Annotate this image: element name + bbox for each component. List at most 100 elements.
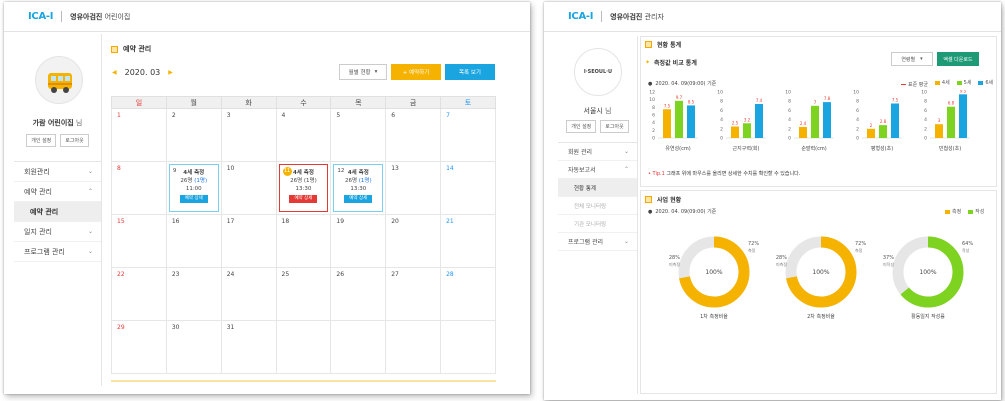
- app-title-bold: 영유아검진: [70, 12, 103, 21]
- monthly-status-select[interactable]: 월별 현황 ▾: [339, 64, 387, 80]
- calendar-day[interactable]: 24: [220, 267, 277, 321]
- menu-member[interactable]: 회원관리 ⌄: [14, 162, 101, 182]
- logout-button[interactable]: 로그아웃: [60, 134, 89, 147]
- seoul-logo: I·SEOUL·U: [583, 69, 613, 75]
- calendar-day[interactable]: 22: [111, 267, 167, 321]
- calendar-day[interactable]: 14: [440, 161, 496, 215]
- y-tick-label: 0: [720, 136, 723, 142]
- calendar-day[interactable]: 10: [220, 161, 277, 215]
- calendar-day[interactable]: 30: [165, 320, 222, 374]
- y-tick-label: 4: [720, 117, 723, 123]
- calendar-day[interactable]: 3: [220, 108, 277, 162]
- menu-auto-report[interactable]: 자동보고서 ⌃: [558, 161, 637, 179]
- weekday-sun: 일: [111, 96, 167, 109]
- calendar-day[interactable]: 16: [165, 214, 222, 268]
- calendar-day[interactable]: 4: [275, 108, 332, 162]
- y-tick-label: 6: [652, 113, 655, 119]
- menu-all-monitoring[interactable]: 전체 모니터링: [558, 197, 637, 215]
- prev-month-icon[interactable]: ◀: [112, 69, 117, 76]
- calendar-day[interactable]: 15: [111, 214, 167, 268]
- title-divider: [61, 11, 63, 22]
- list-view-button[interactable]: 목록 보기: [445, 64, 495, 80]
- menu-program[interactable]: 프로그램 관리 ⌄: [14, 242, 101, 262]
- donut-pct-label: 72%: [855, 241, 866, 247]
- calendar-day[interactable]: 31: [220, 320, 277, 374]
- menu-status-stats[interactable]: 현황 통계: [558, 179, 637, 197]
- y-tick-label: 6: [856, 108, 859, 114]
- calendar-day[interactable]: 18: [275, 214, 332, 268]
- age-select[interactable]: 연령별 ▾: [891, 52, 933, 66]
- event-card[interactable]: 12 4세 측정 26명 (1명) 13:30 예약 상세: [333, 164, 384, 212]
- calendar-day[interactable]: [440, 320, 496, 374]
- y-tick-label: 2: [652, 128, 655, 134]
- calendar-day[interactable]: 25: [275, 267, 332, 321]
- legend-age4-swatch: [934, 80, 940, 85]
- legend-age5-swatch: [956, 80, 962, 85]
- bar-value-label: 8.5: [688, 99, 695, 104]
- calendar-day-event[interactable]: 12 4세 측정 26명 (1명) 13:30 예약 상세: [330, 161, 387, 215]
- bar: [675, 100, 683, 138]
- menu-reservation[interactable]: 예약 관리 ⌃: [14, 182, 101, 202]
- y-tick-label: 4: [788, 117, 791, 123]
- donut-pct-label: 37%: [883, 255, 894, 261]
- bar: [823, 102, 831, 138]
- bar: [743, 123, 751, 138]
- calendar-day[interactable]: 13: [385, 161, 442, 215]
- menu-org-monitoring[interactable]: 기관 모니터링: [558, 215, 637, 233]
- bar-value-label: 7.5: [892, 98, 899, 103]
- weekday-thu: 목: [330, 96, 387, 109]
- calendar-day-event[interactable]: 11 4세 측정 26명 (1명) 13:30 예약 상세: [275, 161, 332, 215]
- calendar-day[interactable]: 21: [440, 214, 496, 268]
- excel-download-button[interactable]: 엑셀 다운로드: [937, 52, 979, 66]
- weekday-fri: 금: [385, 96, 442, 109]
- calendar-day[interactable]: 1: [111, 108, 167, 162]
- calendar-day[interactable]: 20: [385, 214, 442, 268]
- menu-program-label: 프로그램 관리: [24, 247, 65, 256]
- next-month-icon[interactable]: ▶: [168, 69, 173, 76]
- calendar-day[interactable]: [275, 320, 332, 374]
- event-detail-button[interactable]: 예약 상세: [289, 195, 318, 203]
- calendar-day[interactable]: [330, 320, 387, 374]
- calendar-day[interactable]: 6: [385, 108, 442, 162]
- menu-member[interactable]: 회원 관리 ⌄: [558, 143, 637, 161]
- app-logo[interactable]: ICA-I: [28, 11, 53, 22]
- chart-category-title: 근지구력(회): [733, 145, 760, 152]
- event-card-selected[interactable]: 11 4세 측정 26명 (1명) 13:30 예약 상세: [278, 164, 329, 212]
- logout-button[interactable]: 로그아웃: [600, 120, 629, 133]
- event-count-total: 26명: [344, 178, 359, 184]
- menu-member-label: 회원관리: [24, 167, 50, 176]
- calendar-day[interactable]: 5: [330, 108, 387, 162]
- calendar-day[interactable]: 8: [111, 161, 167, 215]
- personal-settings-button[interactable]: 개인 설정: [26, 134, 57, 147]
- donut-pct-label: 64%: [962, 241, 973, 247]
- y-tick-label: 2: [856, 126, 859, 132]
- section-square-icon: [111, 45, 118, 53]
- profile-buttons: 개인 설정 로그아웃: [558, 120, 637, 133]
- app-logo[interactable]: ICA-I: [568, 11, 593, 22]
- calendar-day[interactable]: 23: [165, 267, 222, 321]
- bar: [663, 109, 671, 138]
- calendar-day[interactable]: 29: [111, 320, 167, 374]
- event-detail-button[interactable]: 예약 상세: [344, 195, 373, 203]
- menu-reservation-sub[interactable]: 예약 관리: [14, 202, 101, 222]
- personal-settings-button[interactable]: 개인 설정: [566, 120, 597, 133]
- calendar-day[interactable]: 26: [330, 267, 387, 321]
- y-tick-label: 12: [649, 90, 655, 96]
- bar-value-label: 2: [870, 123, 873, 128]
- menu-journal[interactable]: 일지 관리 ⌄: [14, 222, 101, 242]
- calendar-day[interactable]: 17: [220, 214, 277, 268]
- calendar-day-event[interactable]: 9 4세 측정 26명 (1명) 11:00 예약 상세: [165, 161, 222, 215]
- calendar-day[interactable]: 2: [165, 108, 222, 162]
- menu-program[interactable]: 프로그램 관리 ⌄: [558, 233, 637, 251]
- calendar-day[interactable]: 7: [440, 108, 496, 162]
- calendar-day[interactable]: 19: [330, 214, 387, 268]
- y-tick-label: 6: [924, 108, 927, 114]
- subsection-title: ✦ 측정값 비교 통계: [645, 58, 697, 67]
- event-detail-button[interactable]: 예약 상세: [179, 195, 208, 203]
- event-card[interactable]: 9 4세 측정 26명 (1명) 11:00 예약 상세: [168, 164, 219, 212]
- calendar-day[interactable]: 27: [385, 267, 442, 321]
- calendar-day[interactable]: [385, 320, 442, 374]
- reserve-button[interactable]: + 예약하기: [391, 64, 441, 80]
- calendar-day[interactable]: 28: [440, 267, 496, 321]
- daycare-window: ICA-I 영유아검진 어린이집 가람 어린이집 님 개인 설정 로그아웃 회원…: [4, 2, 530, 394]
